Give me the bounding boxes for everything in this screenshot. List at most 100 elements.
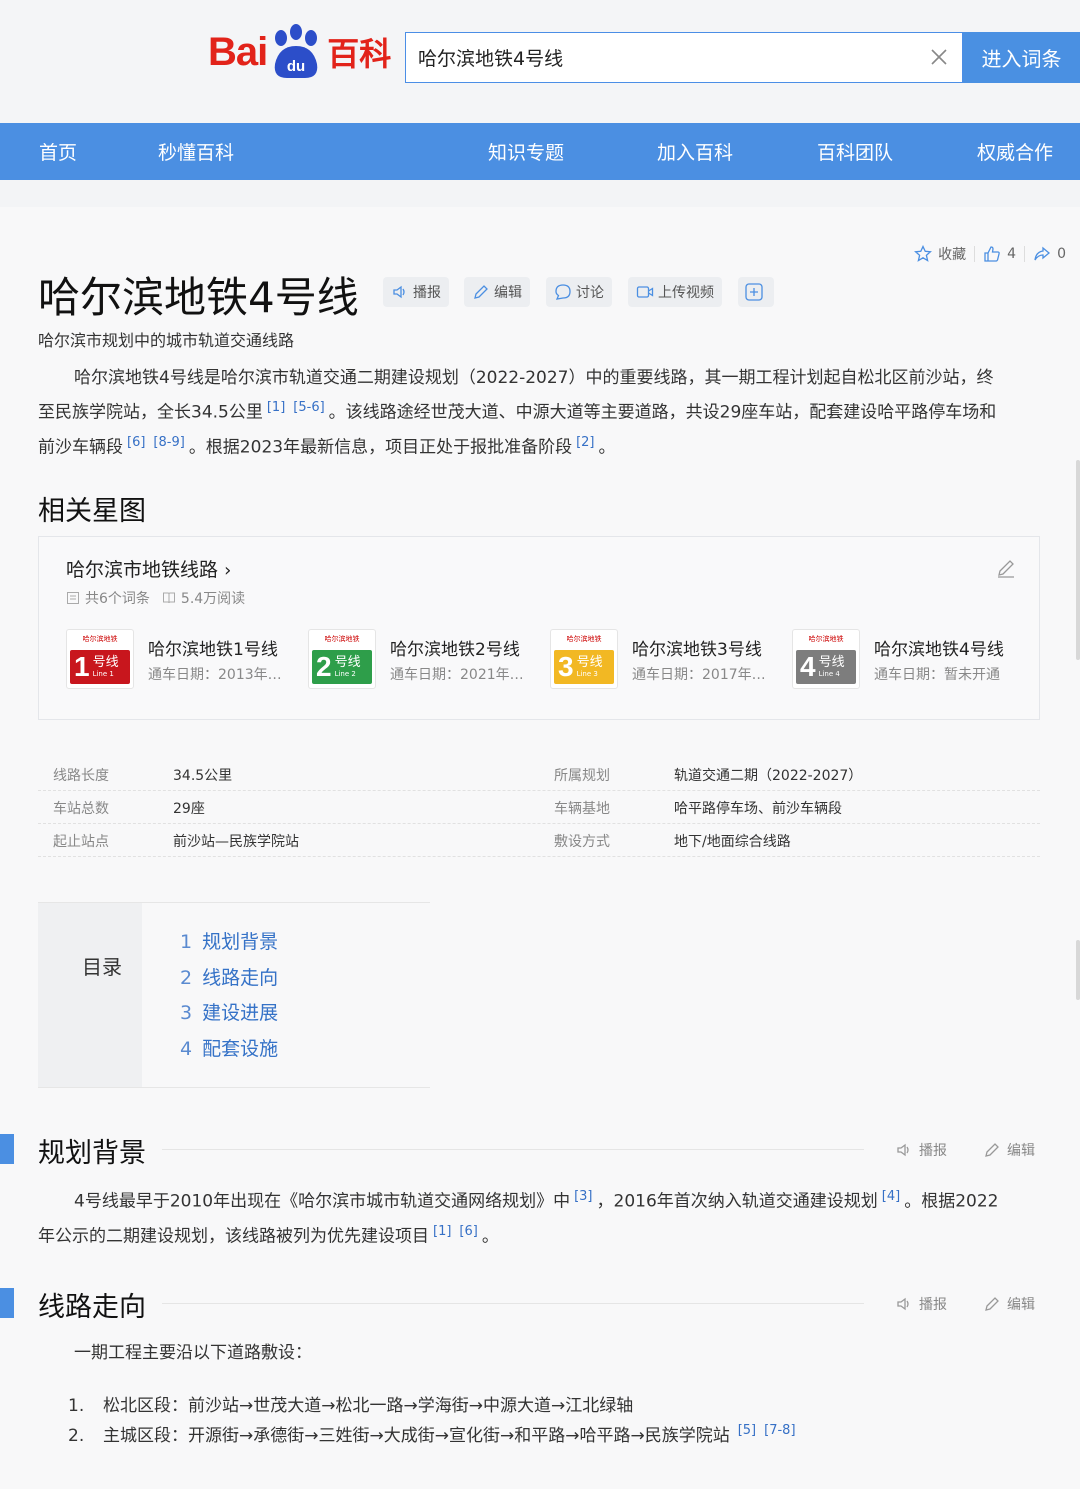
chevron-right-icon: › — [224, 560, 232, 581]
info-value: 29座 — [173, 801, 205, 817]
edit-pencil-icon[interactable] — [995, 557, 1017, 579]
list-item: 1. 松北区段：前沙站→世茂大道→松北一路→学海街→中源大道→江北绿轴 — [68, 1396, 634, 1416]
pencil-icon — [985, 1297, 999, 1311]
infobox-row: 车站总数 29座 车辆基地 哈平路停车场、前沙车辆段 — [38, 791, 1040, 824]
nav-item-join[interactable]: 加入百科 — [657, 138, 733, 165]
edit-label: 编辑 — [494, 285, 522, 301]
add-button[interactable] — [738, 277, 774, 307]
citation-link[interactable]: [3] — [574, 1189, 592, 1204]
plus-square-icon — [745, 283, 763, 301]
logo-bai: Bai — [208, 29, 268, 74]
document-icon — [67, 592, 79, 604]
toc-item-facilities[interactable]: 4 配套设施 — [180, 1034, 278, 1061]
line-open-date: 通车日期：2013年… — [148, 666, 282, 683]
section-broadcast-button[interactable]: 播报 — [895, 1294, 947, 1314]
citation-link[interactable]: [6] — [127, 435, 145, 450]
toc-item-progress[interactable]: 3 建设进展 — [180, 998, 278, 1025]
list-item: 2. 主城区段：开源街→承德街→三姓街→大成街→宣化街→和平路→哈平路→民族学院站… — [68, 1423, 796, 1446]
line-name: 哈尔滨地铁3号线 — [632, 639, 762, 660]
share-icon[interactable] — [1033, 245, 1051, 263]
line-1-color: 1 号线 Line 1 — [70, 650, 130, 684]
starmap-meta: 共6个词条 5.4万阅读 — [66, 588, 245, 608]
nav-item-home[interactable]: 首页 — [39, 138, 77, 165]
logo-baike: 百科 — [327, 35, 392, 73]
divider — [1024, 246, 1026, 262]
citation-link[interactable]: [2] — [576, 435, 594, 450]
summary-line-3: 前沙车辆段 [6] [8-9] 。根据2023年最新信息，项目正处于报批准备阶段 [2]… — [38, 434, 616, 458]
article-actions: 收藏 4 0 — [914, 244, 1066, 264]
search-box — [405, 32, 963, 83]
section-divider — [162, 1303, 864, 1304]
citation-link[interactable]: [5] — [738, 1423, 756, 1438]
nav-item-team[interactable]: 百科团队 — [817, 138, 893, 165]
nav-item-cooperation[interactable]: 权威合作 — [977, 138, 1053, 165]
line-2-color: 2 号线 Line 2 — [312, 650, 372, 684]
line-3-color: 3 号线 Line 3 — [554, 650, 614, 684]
edit-button[interactable]: 编辑 — [464, 277, 530, 307]
header: Bai du 百科 进入词条 — [0, 0, 1080, 123]
clear-icon[interactable] — [928, 46, 950, 68]
section-edit-button[interactable]: 编辑 — [983, 1140, 1035, 1160]
enter-entry-button[interactable]: 进入词条 — [963, 32, 1080, 83]
citation-link[interactable]: [5-6] — [293, 400, 324, 415]
citation-link[interactable]: [7-8] — [764, 1423, 795, 1438]
section-title-route: 线路走向 — [38, 1292, 146, 1323]
info-key: 起止站点 — [53, 834, 109, 850]
toc-item-route[interactable]: 2 线路走向 — [180, 963, 278, 990]
main-nav: 首页 秒懂百科 知识专题 加入百科 百科团队 权威合作 — [0, 123, 1080, 180]
summary-line-1: 哈尔滨地铁4号线是哈尔滨市轨道交通二期建设规划（2022-2027）中的重要线路… — [74, 368, 994, 388]
chat-bubble-icon — [555, 284, 571, 300]
star-icon[interactable] — [914, 245, 933, 263]
citation-link[interactable]: [6] — [459, 1224, 477, 1239]
scrollbar[interactable] — [1076, 460, 1080, 660]
line-card-3[interactable]: 哈尔滨地铁 3 号线 Line 3 哈尔滨地铁3号线 通车日期：2017年… — [550, 629, 766, 689]
info-value: 哈平路停车场、前沙车辆段 — [674, 801, 842, 817]
info-key: 所属规划 — [554, 768, 610, 784]
starmap-card: 哈尔滨市地铁线路 › 共6个词条 5.4万阅读 哈尔滨地铁 1 号线 Line 1 … — [38, 536, 1040, 720]
pencil-icon — [474, 285, 488, 299]
citation-link[interactable]: [1] — [433, 1224, 451, 1239]
logo-du: du — [287, 58, 305, 75]
thumbs-up-icon[interactable] — [983, 245, 1001, 263]
info-value: 前沙站—民族学院站 — [173, 834, 299, 850]
section-broadcast-button[interactable]: 播报 — [895, 1140, 947, 1160]
search-input[interactable] — [406, 46, 906, 69]
line-open-date: 通车日期：暂未开通 — [874, 666, 1000, 683]
section-edit-button[interactable]: 编辑 — [983, 1294, 1035, 1314]
nav-item-miaodong[interactable]: 秒懂百科 — [158, 138, 234, 165]
entry-count: 共6个词条 — [85, 591, 150, 607]
line-2-badge: 哈尔滨地铁 2 号线 Line 2 — [308, 629, 376, 689]
speaker-icon — [897, 1297, 909, 1311]
speaker-icon — [897, 1143, 909, 1157]
citation-link[interactable]: [8-9] — [153, 435, 184, 450]
citation-link[interactable]: [1] — [267, 400, 285, 415]
info-key: 车辆基地 — [554, 801, 610, 817]
like-count: 4 — [1007, 246, 1017, 262]
nav-item-topics[interactable]: 知识专题 — [488, 138, 564, 165]
broadcast-button[interactable]: 播报 — [383, 277, 449, 307]
toc-label: 目录 — [82, 955, 122, 979]
scrollbar-lower[interactable] — [1076, 940, 1080, 1000]
toc-label-panel — [38, 903, 142, 1087]
upload-video-button[interactable]: 上传视频 — [628, 277, 722, 307]
book-icon — [162, 592, 175, 604]
toc-item-background[interactable]: 1 规划背景 — [180, 927, 278, 954]
read-count: 5.4万阅读 — [180, 591, 246, 607]
line-card-4[interactable]: 哈尔滨地铁 4 号线 Line 4 哈尔滨地铁4号线 通车日期：暂未开通 — [792, 629, 1004, 689]
section-accent-bar — [0, 1288, 14, 1318]
info-value: 34.5公里 — [173, 768, 233, 784]
divider — [974, 246, 976, 262]
info-value: 地下/地面综合线路 — [674, 834, 791, 850]
favorite-label[interactable]: 收藏 — [938, 244, 966, 264]
info-key: 线路长度 — [53, 768, 109, 784]
infobox-row: 起止站点 前沙站—民族学院站 敷设方式 地下/地面综合线路 — [38, 824, 1040, 857]
citation-link[interactable]: [4] — [882, 1189, 900, 1204]
starmap-title-link[interactable]: 哈尔滨市地铁线路 › — [66, 555, 231, 582]
baidu-baike-logo[interactable]: Bai du 百科 — [208, 22, 391, 82]
line-name: 哈尔滨地铁4号线 — [874, 639, 1004, 660]
discuss-button[interactable]: 讨论 — [546, 277, 612, 307]
line-card-2[interactable]: 哈尔滨地铁 2 号线 Line 2 哈尔滨地铁2号线 通车日期：2021年… — [308, 629, 524, 689]
table-of-contents: 目录 1 规划背景 2 线路走向 3 建设进展 4 配套设施 — [38, 902, 430, 1088]
section-title-background: 规划背景 — [38, 1138, 146, 1169]
line-card-1[interactable]: 哈尔滨地铁 1 号线 Line 1 哈尔滨地铁1号线 通车日期：2013年… — [66, 629, 282, 689]
